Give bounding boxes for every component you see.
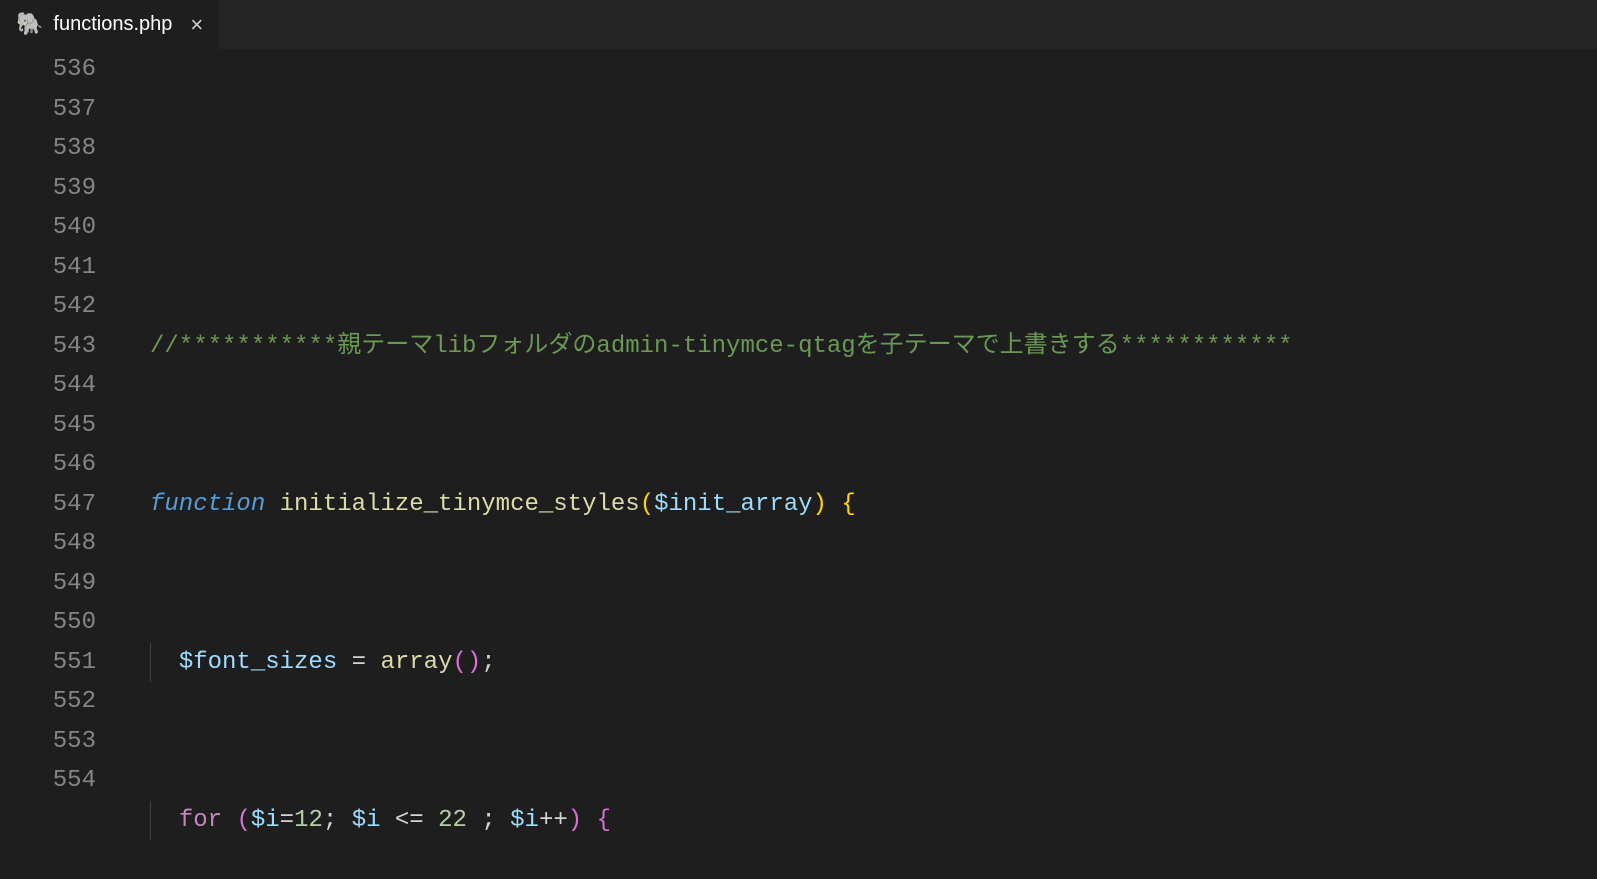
line-number: 540 xyxy=(0,208,96,248)
line-number: 543 xyxy=(0,327,96,367)
code-line[interactable] xyxy=(150,169,1597,209)
line-number: 553 xyxy=(0,722,96,762)
line-number: 547 xyxy=(0,485,96,525)
line-number: 554 xyxy=(0,761,96,801)
line-number: 550 xyxy=(0,603,96,643)
line-number: 546 xyxy=(0,445,96,485)
code-editor[interactable]: 536 537 538 539 540 541 542 543 544 545 … xyxy=(0,50,1597,879)
line-number: 542 xyxy=(0,287,96,327)
line-number: 539 xyxy=(0,169,96,209)
code-area[interactable]: //***********親テーマlibフォルダのadmin-tinymce-q… xyxy=(120,50,1597,879)
tab-bar: 🐘 functions.php × xyxy=(0,0,1597,50)
code-line[interactable]: for ($i=12; $i <= 22 ; $i++) { xyxy=(150,801,1597,841)
line-number: 552 xyxy=(0,682,96,722)
line-number: 548 xyxy=(0,524,96,564)
line-number: 545 xyxy=(0,406,96,446)
file-tab[interactable]: 🐘 functions.php × xyxy=(0,0,220,49)
line-number: 538 xyxy=(0,129,96,169)
code-line[interactable]: //***********親テーマlibフォルダのadmin-tinymce-q… xyxy=(150,327,1597,367)
code-line[interactable]: function initialize_tinymce_styles($init… xyxy=(150,485,1597,525)
line-number: 536 xyxy=(0,50,96,90)
line-number: 541 xyxy=(0,248,96,288)
line-number-gutter: 536 537 538 539 540 541 542 543 544 545 … xyxy=(0,50,120,879)
tab-filename: functions.php xyxy=(53,13,172,36)
line-number: 544 xyxy=(0,366,96,406)
code-line[interactable]: $font_sizes = array(); xyxy=(150,643,1597,683)
close-tab-icon[interactable]: × xyxy=(190,12,203,38)
line-number: 537 xyxy=(0,90,96,130)
line-number: 551 xyxy=(0,643,96,683)
php-file-icon: 🐘 xyxy=(16,12,43,38)
line-number: 549 xyxy=(0,564,96,604)
